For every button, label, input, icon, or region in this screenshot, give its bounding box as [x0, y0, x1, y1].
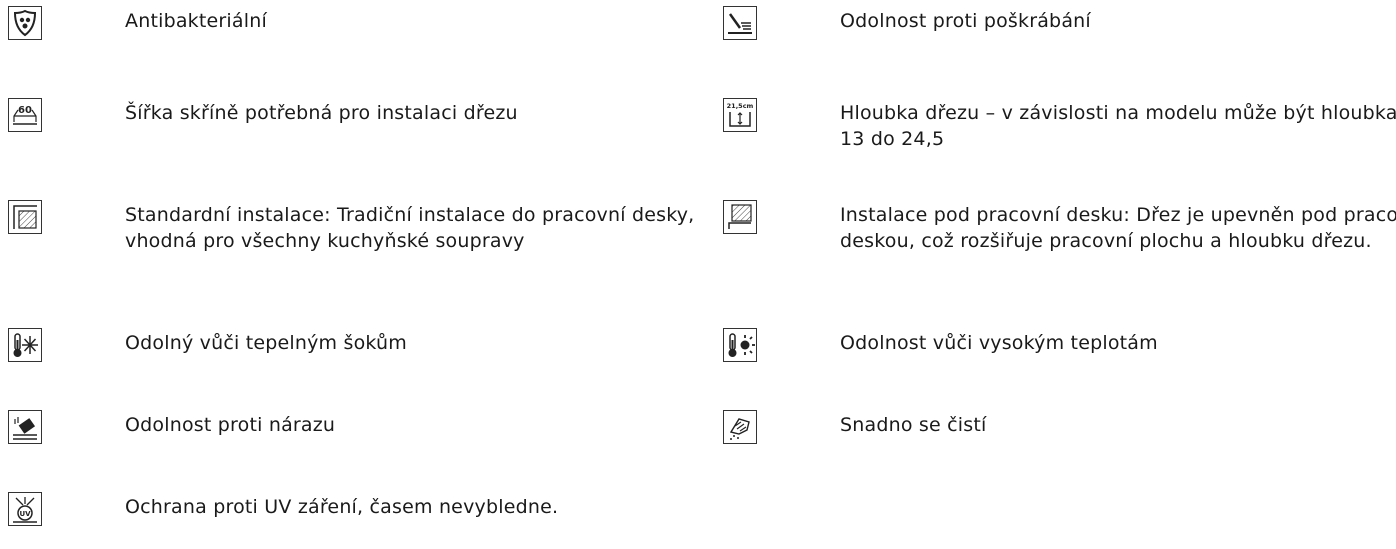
feature-standard-installation: Standardní instalace: Tradiční instalace…	[8, 200, 715, 254]
feature-label: Odolný vůči tepelným šokům	[125, 332, 407, 354]
feature-thermal-shock: Odolný vůči tepelným šokům	[8, 328, 715, 362]
svg-text:60: 60	[18, 105, 32, 116]
feature-impact-resistance: Odolnost proti nárazu	[8, 410, 715, 444]
feature-cabinet-width: 60 Šířka skříně potřebná pro instalaci d…	[8, 98, 715, 132]
feature-label: Instalace pod pracovní desku: Dřez je up…	[840, 204, 1396, 252]
feature-undermount-installation: Instalace pod pracovní desku: Dřez je up…	[723, 200, 1396, 254]
feature-label: Šířka skříně potřebná pro instalaci dřez…	[125, 102, 518, 124]
thermal-shock-icon	[8, 328, 42, 362]
svg-text:UV: UV	[19, 510, 31, 518]
feature-label: Odolnost vůči vysokým teplotám	[840, 332, 1158, 354]
standard-installation-icon	[8, 200, 42, 234]
cabinet-width-icon: 60	[8, 98, 42, 132]
feature-label: Odolnost proti poškrábání	[840, 10, 1091, 32]
feature-label: Ochrana proti UV záření, časem nevybledn…	[125, 496, 559, 518]
feature-uv-protection: UV Ochrana proti UV záření, časem nevybl…	[8, 492, 715, 526]
feature-label: Snadno se čistí	[840, 414, 987, 436]
feature-antibacterial: Antibakteriální	[8, 6, 715, 40]
svg-text:21,5cm: 21,5cm	[727, 102, 754, 110]
antibacterial-shield-icon	[8, 6, 42, 40]
sink-depth-icon: 21,5cm	[723, 98, 757, 132]
high-temperature-icon	[723, 328, 757, 362]
feature-scratch-resistance: Odolnost proti poškrábání	[723, 6, 1396, 40]
scratch-resistance-icon	[723, 6, 757, 40]
easy-clean-icon	[723, 410, 757, 444]
feature-easy-clean: Snadno se čistí	[723, 410, 1396, 444]
impact-resistance-icon	[8, 410, 42, 444]
feature-label: Standardní instalace: Tradiční instalace…	[125, 204, 695, 252]
undermount-installation-icon	[723, 200, 757, 234]
feature-high-temperature: Odolnost vůči vysokým teplotám	[723, 328, 1396, 362]
uv-protection-icon: UV	[8, 492, 42, 526]
feature-label: Antibakteriální	[125, 10, 267, 32]
feature-sink-depth: 21,5cm Hloubka dřezu – v závislosti na m…	[723, 98, 1396, 152]
feature-label: Hloubka dřezu – v závislosti na modelu m…	[840, 102, 1396, 150]
feature-label: Odolnost proti nárazu	[125, 414, 336, 436]
